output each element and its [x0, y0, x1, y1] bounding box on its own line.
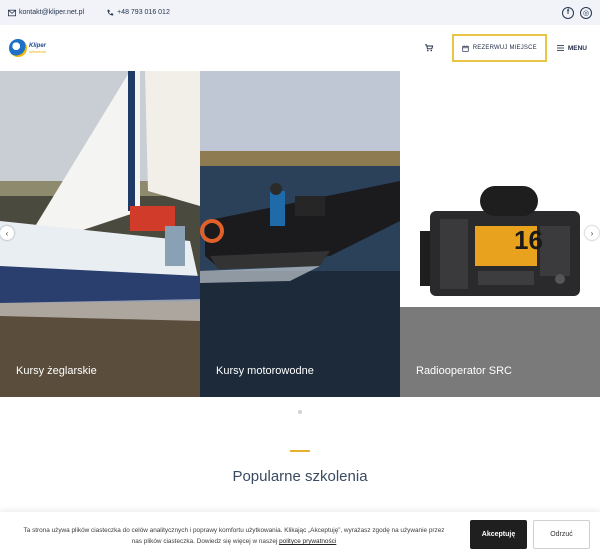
slide-motorboat[interactable]: Kursy motorowodne: [200, 71, 400, 397]
chevron-left-icon: ‹: [5, 228, 9, 238]
slide-sailing[interactable]: Kursy żeglarskie: [0, 71, 200, 397]
logo-text: Kliper szkolenia: [29, 42, 47, 54]
radio-display-text: 16: [514, 225, 543, 255]
radio-photo: [400, 71, 600, 397]
logo[interactable]: Kliper szkolenia: [9, 34, 59, 62]
phone-text: +48 793 016 012: [117, 9, 170, 16]
section-title: Popularne szkolenia: [232, 468, 368, 485]
reserve-label: REZERWUJ MIEJSCE: [472, 45, 537, 51]
hamburger-icon: [556, 45, 564, 51]
slider-pagination: [0, 410, 600, 414]
refuse-cookies-button[interactable]: Odrzuć: [533, 520, 590, 549]
slide-radio[interactable]: 16 Radiooperator SRC: [400, 71, 600, 397]
section-accent-line: [290, 450, 310, 452]
envelope-icon: [8, 9, 16, 16]
slider-prev-button[interactable]: ‹: [0, 226, 14, 240]
accept-cookies-button[interactable]: Akceptuję: [470, 520, 527, 549]
slider-dot[interactable]: [298, 410, 302, 414]
slide-caption: Kursy żeglarskie: [16, 365, 97, 377]
slide-caption: Radiooperator SRC: [416, 365, 512, 377]
phone-link[interactable]: +48 793 016 012: [106, 9, 170, 17]
reserve-button[interactable]: REZERWUJ MIEJSCE: [451, 34, 547, 62]
cookie-text: Ta strona używa plików ciasteczka do cel…: [23, 527, 445, 545]
logo-mark: [9, 39, 27, 57]
course-slider: Kursy żeglarskie Kursy motorowodne 16 Ra…: [0, 71, 600, 397]
slider-next-button[interactable]: ›: [585, 226, 599, 240]
cookie-banner: Ta strona używa plików ciasteczka do cel…: [0, 512, 600, 560]
menu-button[interactable]: MENU: [556, 44, 587, 52]
calendar-icon: [462, 44, 469, 52]
motorboat-photo: [200, 71, 400, 397]
sailing-photo: [0, 71, 200, 397]
privacy-policy-link[interactable]: polityce prywatności: [279, 538, 336, 545]
slide-caption: Kursy motorowodne: [216, 365, 314, 377]
social-links: f ◎: [562, 6, 592, 19]
menu-label: MENU: [567, 44, 587, 52]
facebook-icon[interactable]: f: [562, 6, 574, 19]
site-header: Kliper szkolenia REZERWUJ MIEJSCE MENU: [0, 25, 600, 71]
cart-icon[interactable]: [423, 42, 435, 54]
contact-bar: kontakt@kliper.net.pl +48 793 016 012 f …: [0, 0, 600, 25]
instagram-icon[interactable]: ◎: [580, 6, 592, 19]
phone-icon: [107, 9, 114, 15]
email-text: kontakt@kliper.net.pl: [19, 9, 85, 16]
chevron-right-icon: ›: [590, 228, 594, 238]
email-link[interactable]: kontakt@kliper.net.pl: [8, 9, 84, 17]
